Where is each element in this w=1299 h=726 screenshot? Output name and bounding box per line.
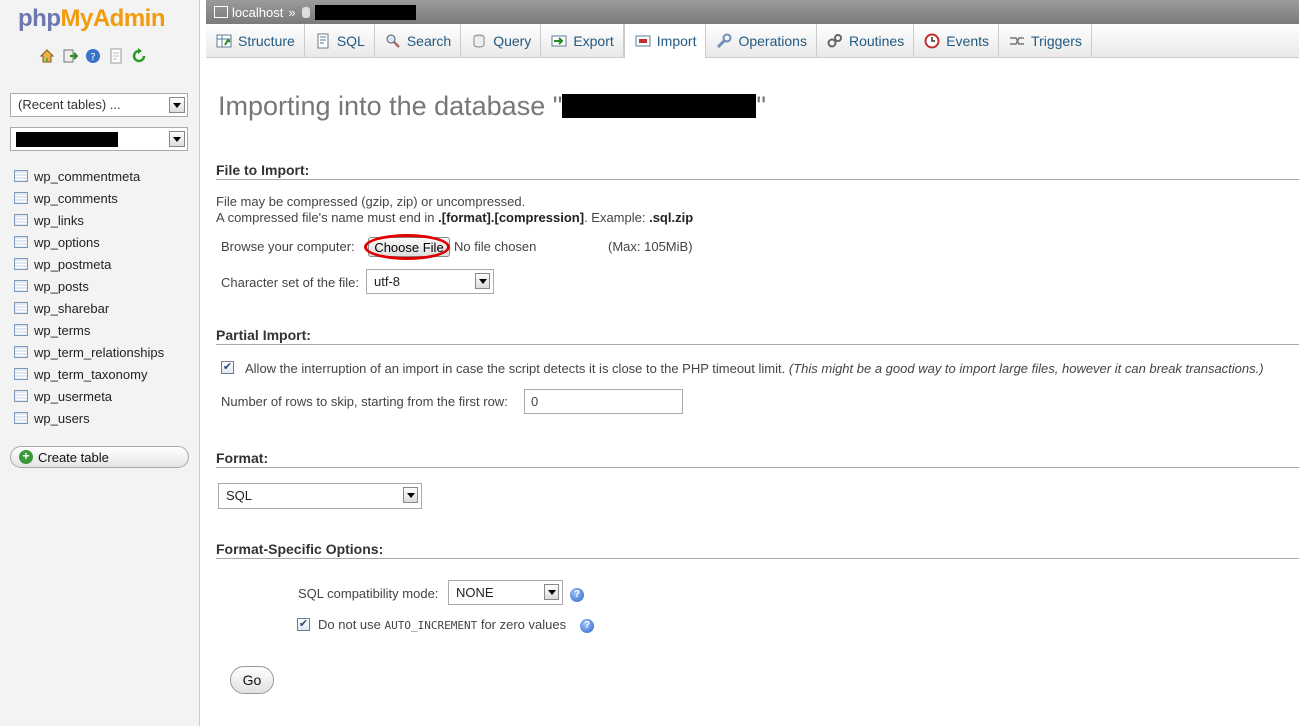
partial-section-title: Partial Import: [216, 327, 1299, 345]
chevron-down-icon [403, 487, 418, 503]
breadcrumb-server[interactable]: localhost [232, 5, 283, 20]
format-section-title: Format: [216, 450, 1299, 468]
table-icon [14, 258, 28, 270]
table-icon [14, 302, 28, 314]
create-table-button[interactable]: + Create table [10, 446, 189, 468]
table-list: wp_commentmeta wp_comments wp_links wp_o… [14, 165, 164, 429]
table-item[interactable]: wp_sharebar [14, 297, 164, 319]
plus-icon: + [19, 450, 33, 464]
table-icon [14, 412, 28, 424]
chevron-down-icon [169, 97, 185, 113]
home-icon[interactable] [38, 47, 55, 64]
table-item[interactable]: wp_comments [14, 187, 164, 209]
table-icon [14, 214, 28, 226]
choose-file-button[interactable]: Choose File [368, 237, 450, 257]
compression-example: A compressed file's name must end in .[f… [216, 210, 694, 225]
format-select[interactable]: SQL [218, 483, 422, 509]
skip-rows-input[interactable]: 0 [524, 389, 683, 414]
logout-icon[interactable] [61, 47, 78, 64]
table-icon [14, 368, 28, 380]
table-item[interactable]: wp_term_taxonomy [14, 363, 164, 385]
routines-icon [827, 33, 843, 49]
redacted-database-name [16, 132, 118, 147]
phpmyadmin-logo[interactable]: phpMyAdmin [18, 5, 166, 33]
help-icon[interactable]: ? [570, 588, 584, 602]
table-item[interactable]: wp_posts [14, 275, 164, 297]
structure-icon [216, 33, 232, 49]
tab-triggers[interactable]: Triggers [999, 24, 1092, 58]
help-icon[interactable]: ? [84, 47, 101, 64]
tab-import[interactable]: Import [623, 24, 707, 58]
auto-increment-checkbox[interactable]: ✔ [297, 618, 310, 631]
no-file-chosen-text: No file chosen [454, 239, 537, 254]
table-icon [14, 236, 28, 248]
recent-tables-select[interactable]: (Recent tables) ... [10, 93, 188, 117]
chevron-down-icon [475, 273, 490, 289]
breadcrumb-database-redacted[interactable] [314, 4, 416, 20]
clock-icon [924, 33, 940, 49]
charset-select[interactable]: utf-8 [366, 269, 494, 294]
table-item[interactable]: wp_usermeta [14, 385, 164, 407]
server-icon [214, 6, 228, 18]
table-item[interactable]: wp_commentmeta [14, 165, 164, 187]
options-section-title: Format-Specific Options: [216, 541, 1299, 559]
navigation-panel: phpMyAdmin ? (Recent tables) ... wp_comm… [0, 0, 200, 726]
nav-quick-links: ? [38, 47, 147, 64]
auto-increment-label: Do not use AUTO_INCREMENT for zero value… [318, 617, 567, 632]
browse-label: Browse your computer: [221, 239, 355, 254]
skip-rows-label: Number of rows to skip, starting from th… [221, 394, 508, 409]
database-select[interactable] [10, 127, 188, 151]
tab-export[interactable]: Export [541, 24, 624, 58]
triggers-icon [1009, 33, 1025, 49]
table-icon [14, 346, 28, 358]
help-icon[interactable]: ? [580, 619, 594, 633]
breadcrumb: localhost » [206, 0, 1299, 24]
export-icon [551, 33, 567, 49]
chevron-down-icon [169, 131, 185, 147]
tab-query[interactable]: Query [461, 24, 542, 58]
table-item[interactable]: wp_links [14, 209, 164, 231]
table-item[interactable]: wp_term_relationships [14, 341, 164, 363]
chevron-down-icon [544, 584, 559, 600]
reload-icon[interactable] [130, 47, 147, 64]
tab-bar: Structure SQL Search Query Export Import… [206, 24, 1299, 58]
tab-routines[interactable]: Routines [817, 24, 915, 58]
wrench-icon [716, 33, 732, 49]
documentation-icon[interactable] [107, 47, 124, 64]
compression-info: File may be compressed (gzip, zip) or un… [216, 194, 526, 209]
breadcrumb-separator: » [288, 4, 296, 20]
tab-events[interactable]: Events [914, 24, 1000, 58]
table-icon [14, 324, 28, 336]
table-item[interactable]: wp_users [14, 407, 164, 429]
max-size-text: (Max: 105MiB) [608, 239, 693, 254]
compat-mode-label: SQL compatibility mode: [298, 586, 439, 601]
redacted-database-title [562, 94, 757, 118]
tab-search[interactable]: Search [375, 24, 462, 58]
charset-label: Character set of the file: [221, 275, 360, 290]
svg-text:?: ? [90, 52, 95, 63]
allow-interrupt-label: Allow the interruption of an import in c… [245, 361, 1264, 376]
compat-mode-select[interactable]: NONE [448, 580, 563, 605]
table-item[interactable]: wp_terms [14, 319, 164, 341]
table-icon [14, 170, 28, 182]
search-icon [385, 33, 401, 49]
import-icon [635, 33, 651, 49]
table-icon [14, 192, 28, 204]
allow-interrupt-checkbox[interactable]: ✔ [221, 361, 234, 374]
database-icon [301, 6, 310, 18]
go-button[interactable]: Go [230, 666, 274, 694]
tab-operations[interactable]: Operations [706, 24, 817, 58]
table-item[interactable]: wp_postmeta [14, 253, 164, 275]
table-icon [14, 390, 28, 402]
table-item[interactable]: wp_options [14, 231, 164, 253]
sql-icon [315, 33, 331, 49]
tab-sql[interactable]: SQL [305, 24, 375, 58]
page-title: Importing into the database " " [218, 91, 766, 121]
tab-structure[interactable]: Structure [206, 24, 305, 58]
table-icon [14, 280, 28, 292]
file-section-title: File to Import: [216, 162, 1299, 180]
query-icon [471, 33, 487, 49]
